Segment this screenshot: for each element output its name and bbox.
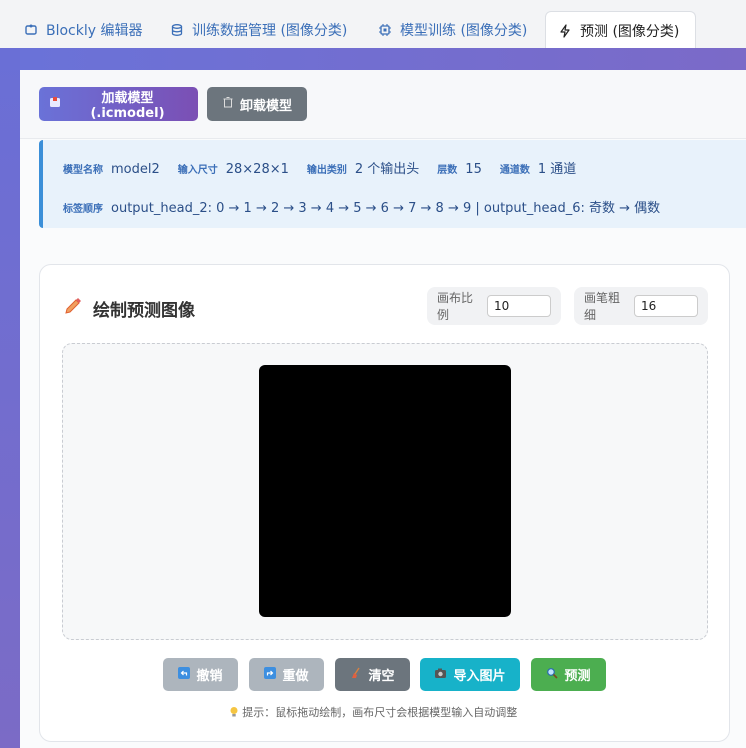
puzzle-icon [24,23,38,37]
drawing-canvas[interactable] [259,365,511,617]
redo-icon [264,666,277,683]
tab-blockly-editor[interactable]: Blockly 编辑器 [12,12,155,48]
channels-value: 1 通道 [537,162,577,177]
tab-model-training[interactable]: 模型训练 (图像分类) [366,12,539,48]
brush-size-control: 画笔粗细 [574,287,708,325]
lightning-icon [558,23,572,38]
chip-icon [378,23,392,37]
import-image-button[interactable]: 导入图片 [420,658,520,691]
pencil-icon [63,296,83,321]
input-size-key: 输入尺寸 [177,165,218,176]
canvas-scale-input[interactable] [487,295,551,317]
brush-size-input[interactable] [634,295,698,317]
database-icon [170,23,184,37]
header-gradient-bar [20,48,746,70]
input-size-value: 28×28×1 [225,162,289,177]
redo-button[interactable]: 重做 [249,658,324,691]
load-model-button[interactable]: 加载模型 (.icmodel) [39,87,198,121]
tab-label: 模型训练 (图像分类) [400,23,528,39]
drawing-hint: 提示：鼠标拖动绘制，画布尺寸会根据模型输入自动调整 [0,704,746,720]
model-info-panel: 模型名称 model2 输入尺寸 28×28×1 输出类别 2 个输出头 层数 … [39,140,746,228]
model-name-key: 模型名称 [63,165,103,176]
label-order-value: output_head_2: 0 → 1 → 2 → 3 → 4 → 5 → 6… [111,201,661,216]
output-classes-value: 2 个输出头 [354,162,420,177]
clear-button[interactable]: 清空 [335,658,410,691]
unload-model-button[interactable]: 卸载模型 [207,87,307,121]
predict-button[interactable]: 预测 [531,658,606,691]
package-icon [49,96,61,112]
channels-key: 通道数 [499,165,530,176]
left-accent-strip [0,48,20,748]
trash-icon [222,96,234,112]
tab-prediction[interactable]: 预测 (图像分类) [545,11,696,49]
canvas-scale-control: 画布比例 [427,287,561,325]
draw-card-title: 绘制预测图像 [63,296,195,321]
magnifier-icon [546,667,559,683]
undo-icon [178,666,191,683]
model-name-value: model2 [111,162,160,177]
broom-icon [350,667,362,683]
layers-key: 层数 [437,165,458,176]
label-order-key: 标签顺序 [63,204,103,215]
canvas-scale-label: 画布比例 [437,291,474,322]
tab-label: Blockly 编辑器 [46,23,143,39]
camera-icon [434,667,447,683]
lightbulb-icon [229,706,243,719]
tab-label: 预测 (图像分类) [580,23,680,40]
undo-button[interactable]: 撤销 [163,658,238,691]
tab-label: 训练数据管理 (图像分类) [192,23,348,39]
layers-value: 15 [465,162,482,177]
brush-size-label: 画笔粗细 [584,291,621,322]
tab-bar: Blockly 编辑器 训练数据管理 (图像分类) 模型训练 (图像分类) 预测… [0,0,746,49]
output-classes-key: 输出类别 [306,165,347,176]
tab-training-data[interactable]: 训练数据管理 (图像分类) [158,12,359,48]
